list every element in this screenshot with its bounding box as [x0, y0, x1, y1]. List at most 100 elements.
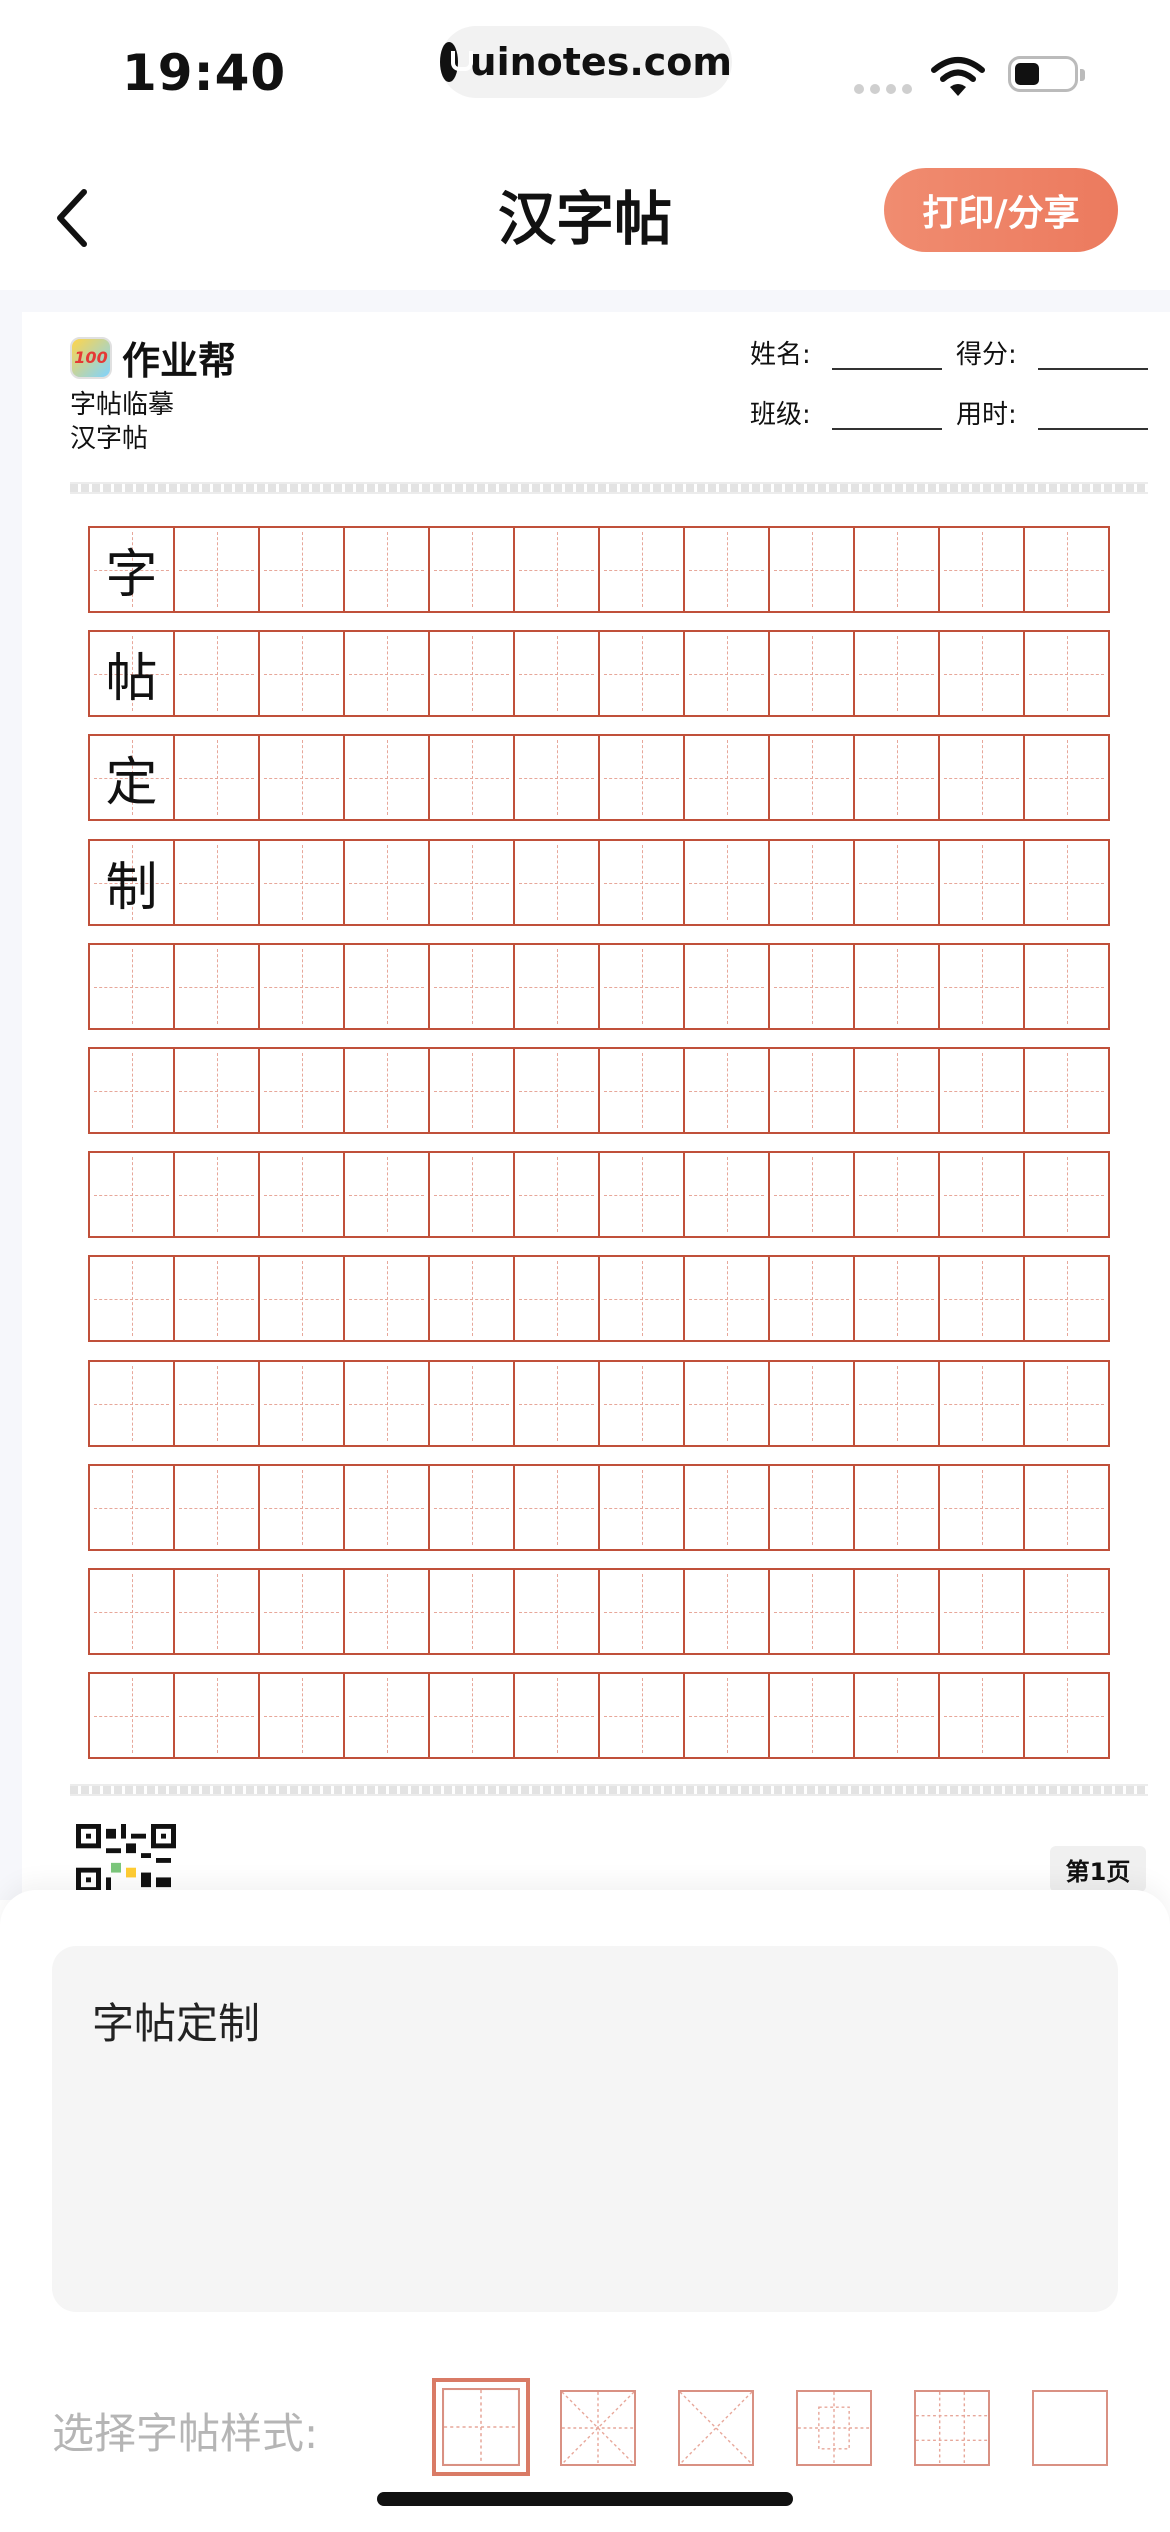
grid-cell [88, 1151, 175, 1238]
practice-character: 字 [105, 545, 158, 605]
grid-cell [513, 1672, 600, 1759]
square-grid-icon [1034, 2392, 1106, 2464]
grid-cell [598, 943, 685, 1030]
grid-cell [428, 630, 515, 717]
grid-cell [1023, 1672, 1110, 1759]
wifi-icon [931, 57, 985, 96]
style-option-jiu-gong-ge[interactable] [914, 2390, 990, 2466]
grid-cell [258, 839, 345, 926]
style-option-fang-ge[interactable] [1032, 2390, 1108, 2466]
grid-cell [768, 839, 855, 926]
grid-cell [343, 1464, 430, 1551]
grid-cell [683, 734, 770, 821]
grid-cell [683, 1568, 770, 1655]
grid-cell [1023, 734, 1110, 821]
practice-character: 定 [105, 753, 158, 813]
battery-icon [1008, 56, 1085, 92]
grid-cell [768, 1255, 855, 1342]
grid-cell [513, 1360, 600, 1447]
grid-cell [1023, 630, 1110, 717]
grid-cell [343, 630, 430, 717]
grid-row [88, 1047, 1110, 1134]
practice-character: 制 [105, 858, 158, 918]
name-label: 姓名: [750, 340, 811, 370]
grid-cell [173, 839, 260, 926]
grid-cell [598, 734, 685, 821]
grid-cell [88, 1047, 175, 1134]
status-time: 19:40 [122, 44, 287, 102]
sheet-subtitle: 字帖临摹 [70, 390, 175, 420]
grid-row [88, 1151, 1110, 1238]
grid-cell [768, 1047, 855, 1134]
grid-cell [598, 1568, 685, 1655]
grid-row: 制 [88, 839, 1110, 926]
grid-cell [173, 630, 260, 717]
grid-cell [768, 630, 855, 717]
grid-cell [938, 1464, 1025, 1551]
grid-cell [343, 734, 430, 821]
grid-cell [88, 1255, 175, 1342]
grid-cell [1023, 1047, 1110, 1134]
brand: 100 作业帮 [70, 330, 236, 385]
grid-cell: 制 [88, 839, 175, 926]
grid-cell [853, 526, 940, 613]
custom-text-value[interactable]: 字帖定制 [92, 1990, 260, 2051]
style-option-tian-ge[interactable] [432, 2378, 530, 2476]
grid-row [88, 1360, 1110, 1447]
grid-cell [598, 1151, 685, 1238]
grid-cell [343, 1151, 430, 1238]
time-field: 用时: [956, 394, 1148, 431]
qr-code-icon [76, 1824, 176, 1892]
grid-cell [258, 1151, 345, 1238]
grid-cell [598, 526, 685, 613]
style-select-label: 选择字帖样式: [52, 2409, 319, 2458]
grid-cell [173, 734, 260, 821]
top-border-pattern [70, 482, 1148, 494]
sheet-type: 汉字帖 [70, 424, 149, 454]
style-option-mi-ge[interactable] [560, 2390, 636, 2466]
grid-cell [513, 1568, 600, 1655]
grid-cell [768, 1464, 855, 1551]
grid-cell: 定 [88, 734, 175, 821]
grid-row [88, 1672, 1110, 1759]
grid-cell [683, 526, 770, 613]
grid-cell [513, 734, 600, 821]
grid-cell [683, 1047, 770, 1134]
grid-cell [683, 1672, 770, 1759]
grid-cell [428, 1151, 515, 1238]
grid-cell [938, 734, 1025, 821]
grid-cell [258, 734, 345, 821]
grid-row [88, 1464, 1110, 1551]
grid-cell [683, 839, 770, 926]
style-option-hui-gong-ge[interactable] [796, 2390, 872, 2466]
grid-cell [258, 1255, 345, 1342]
grid-cell: 字 [88, 526, 175, 613]
page-number-badge: 第1页 [1050, 1846, 1146, 1892]
grid-cell [1023, 1255, 1110, 1342]
brand-name: 作业帮 [122, 339, 237, 383]
grid-cell [853, 1151, 940, 1238]
grid-cell [428, 943, 515, 1030]
grid-cell [1023, 943, 1110, 1030]
grid-cell [768, 943, 855, 1030]
grid-cell [88, 1464, 175, 1551]
grid-row: 字 [88, 526, 1110, 613]
print-share-button[interactable]: 打印/分享 [884, 168, 1118, 252]
grid-cell [513, 1255, 600, 1342]
grid-cell [513, 1151, 600, 1238]
grid-row: 帖 [88, 630, 1110, 717]
grid-cell [598, 1360, 685, 1447]
grid-cell [173, 1360, 260, 1447]
grid-row: 定 [88, 734, 1110, 821]
grid-cell [428, 839, 515, 926]
grid-cell [853, 734, 940, 821]
grid-cell [258, 1464, 345, 1551]
url-pill[interactable]: uinotes.com [440, 26, 732, 98]
grid-cell [513, 526, 600, 613]
style-option-cross-ge[interactable] [678, 2390, 754, 2466]
grid-cell [683, 1255, 770, 1342]
grid-cell [938, 1047, 1025, 1134]
url-text: uinotes.com [469, 40, 732, 84]
grid-cell [428, 1255, 515, 1342]
grid-cell [173, 1255, 260, 1342]
